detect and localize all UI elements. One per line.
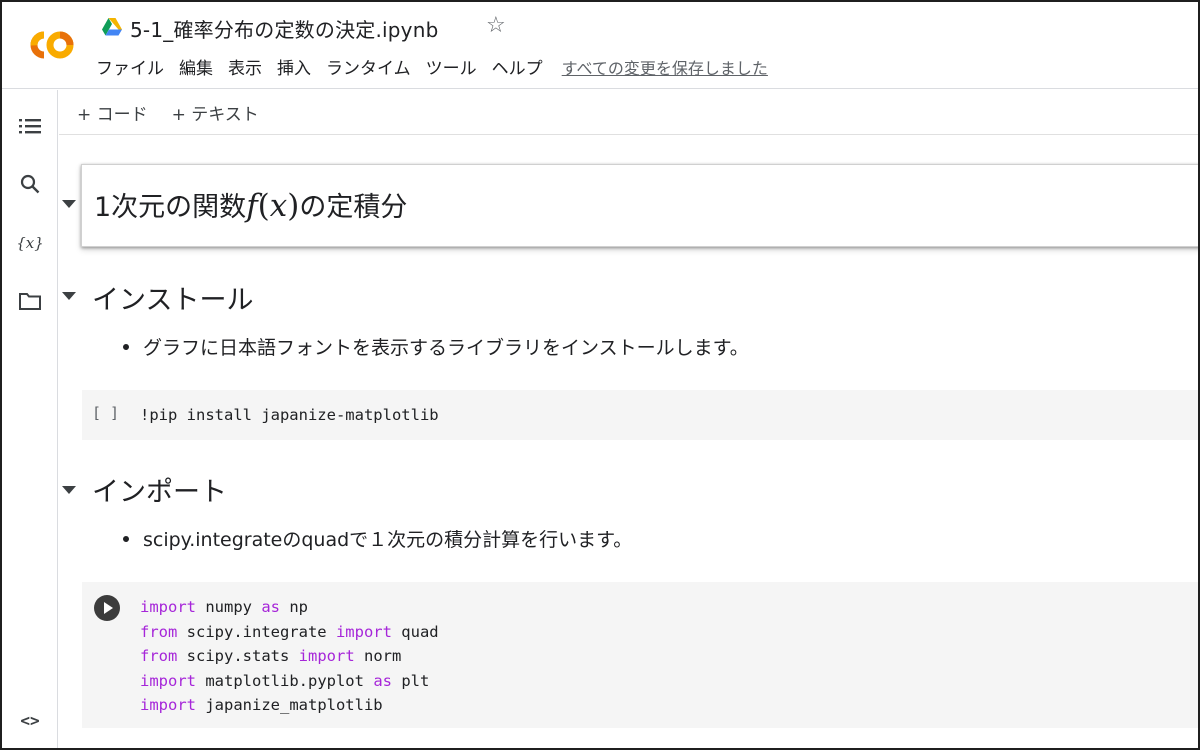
import-code[interactable]: import numpy as np from scipy.integrate i… xyxy=(140,595,439,718)
add-text-button[interactable]: + テキスト xyxy=(172,100,259,125)
collapse-section-toggle[interactable] xyxy=(62,200,76,208)
code-line: from scipy.stats import norm xyxy=(140,647,402,665)
menu-help[interactable]: ヘルプ xyxy=(492,54,543,79)
menu-edit[interactable]: 編集 xyxy=(179,54,213,79)
add-code-button[interactable]: + コード xyxy=(77,100,148,125)
section-heading-h1: 1次元の関数f(x)の定積分 xyxy=(94,185,407,224)
import-code-cell[interactable]: import numpy as np from scipy.integrate i… xyxy=(82,582,1198,728)
menu-runtime[interactable]: ランタイム xyxy=(326,54,411,79)
import-heading: インポート xyxy=(92,477,227,508)
code-line: import japanize_matplotlib xyxy=(140,696,383,714)
install-bullet-text: グラフに日本語フォントを表示するライブラリをインストールします。 xyxy=(143,337,749,359)
menu-view[interactable]: 表示 xyxy=(228,54,262,79)
files-button[interactable] xyxy=(16,287,44,315)
heading-cell-selected[interactable]: 1次元の関数f(x)の定積分 xyxy=(81,164,1198,247)
run-cell-button[interactable] xyxy=(94,595,120,621)
math-x: x xyxy=(269,188,288,224)
import-bullet: scipy.integrateのquadで１次元の積分計算を行います。 xyxy=(123,525,632,552)
math-close-paren: ) xyxy=(287,188,300,224)
install-code[interactable]: !pip install japanize-matplotlib xyxy=(140,403,439,428)
install-heading: インストール xyxy=(92,285,254,316)
notebook-content: 1次元の関数f(x)の定積分 インストール グラフに日本語フォントを表示するライ… xyxy=(59,136,1198,748)
folder-icon xyxy=(19,293,41,310)
google-drive-icon[interactable] xyxy=(102,18,122,36)
code-snippets-icon[interactable]: <> xyxy=(16,706,44,734)
collapse-import-toggle[interactable] xyxy=(62,486,76,494)
math-f: f xyxy=(246,188,258,224)
notebook-title[interactable]: 5-1_確率分布の定数の決定.ipynb xyxy=(130,14,438,43)
install-bullet: グラフに日本語フォントを表示するライブラリをインストールします。 xyxy=(123,333,749,360)
variables-icon[interactable]: {x} xyxy=(16,229,44,257)
heading-text: 1次元の関数 xyxy=(94,192,247,223)
left-rail: {x} <> xyxy=(2,90,58,748)
heading-text-suffix: の定積分 xyxy=(299,192,408,223)
import-bullet-text: scipy.integrateのquadで１次元の積分計算を行います。 xyxy=(143,529,633,551)
colab-window: 5-1_確率分布の定数の決定.ipynb ☆ ファイル 編集 表示 挿入 ランタ… xyxy=(0,0,1200,750)
collapse-install-toggle[interactable] xyxy=(62,292,76,300)
colab-logo[interactable] xyxy=(22,26,78,64)
math-open-paren: ( xyxy=(257,188,270,224)
code-line: import numpy as np xyxy=(140,598,308,616)
menu-file[interactable]: ファイル xyxy=(96,54,164,79)
menubar: ファイル 編集 表示 挿入 ランタイム ツール ヘルプ すべての変更を保存しまし… xyxy=(96,54,768,80)
star-icon[interactable]: ☆ xyxy=(486,13,506,38)
install-code-cell[interactable]: [ ] !pip install japanize-matplotlib xyxy=(82,390,1198,440)
bullet-dot xyxy=(123,343,129,350)
search-button[interactable] xyxy=(16,170,44,198)
code-line: from scipy.integrate import quad xyxy=(140,622,439,641)
header: 5-1_確率分布の定数の決定.ipynb ☆ ファイル 編集 表示 挿入 ランタ… xyxy=(2,2,1198,89)
menu-tools[interactable]: ツール xyxy=(426,54,477,79)
table-of-contents-button[interactable] xyxy=(16,112,44,140)
cell-toolbar: + コード + テキスト xyxy=(59,90,1198,135)
save-status-link[interactable]: すべての変更を保存しました xyxy=(562,55,768,79)
cell-execution-status[interactable]: [ ] xyxy=(92,404,119,422)
list-icon xyxy=(19,119,41,134)
search-icon xyxy=(20,174,40,194)
menu-insert[interactable]: 挿入 xyxy=(277,54,311,79)
code-line: import matplotlib.pyplot as plt xyxy=(140,671,430,690)
bullet-dot xyxy=(123,535,129,542)
